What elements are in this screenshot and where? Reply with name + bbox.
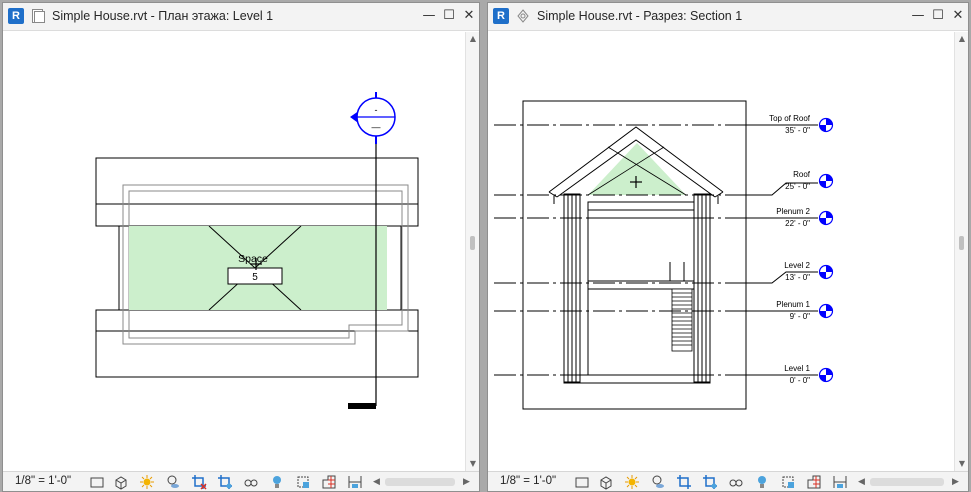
scroll-up-arrow-icon[interactable]: ▲ [466, 32, 479, 46]
vertical-scrollbar[interactable]: ▲ ▼ [465, 32, 479, 471]
view-scale[interactable]: 1/8" = 1'-0" [15, 475, 71, 487]
section-head-marker[interactable]: - — [350, 92, 396, 144]
svg-text:Plenum 1: Plenum 1 [776, 300, 810, 309]
svg-text:Top of Roof: Top of Roof [769, 114, 811, 123]
svg-text:Roof: Roof [793, 170, 811, 179]
scroll-thumb[interactable] [470, 236, 475, 250]
vertical-scrollbar[interactable]: ▲ ▼ [954, 32, 968, 471]
analytical-model-icon[interactable] [295, 474, 311, 490]
sun-path-icon[interactable] [139, 474, 155, 490]
constraints-icon[interactable] [347, 474, 363, 490]
stair-section [671, 288, 693, 352]
section-drawing: Top of Roof 35' - 0" Roof 25' - 0" Plenu… [494, 100, 834, 410]
visual-style-icon[interactable] [598, 474, 614, 490]
maximize-button[interactable]: ☐ [930, 7, 946, 25]
svg-text:22' - 0": 22' - 0" [785, 219, 810, 228]
highlight-displacement-icon[interactable] [321, 474, 337, 490]
space-name-label: Space [238, 253, 268, 265]
svg-text:9' - 0": 9' - 0" [790, 312, 811, 321]
crop-view-icon[interactable] [191, 474, 207, 490]
svg-text:Plenum 2: Plenum 2 [776, 207, 810, 216]
floor-plan-view-icon [32, 9, 45, 23]
section-view-icon [517, 9, 529, 23]
title-bar[interactable]: R Simple House.rvt - Разрез: Section 1 —… [488, 3, 968, 31]
detail-level-icon[interactable] [89, 474, 105, 490]
horizontal-scroll-thumb[interactable] [870, 478, 944, 486]
maximize-button[interactable]: ☐ [441, 7, 457, 25]
temporary-hide-icon[interactable] [243, 474, 259, 490]
analytical-model-icon[interactable] [780, 474, 796, 490]
floor-plan-canvas[interactable]: Space 5 - — [3, 32, 465, 471]
highlight-displacement-icon[interactable] [806, 474, 822, 490]
svg-text:0' - 0": 0' - 0" [790, 376, 811, 385]
reveal-hidden-icon[interactable] [269, 474, 285, 490]
svg-text:-: - [375, 105, 378, 115]
svg-text:13' - 0": 13' - 0" [785, 273, 810, 282]
section-canvas[interactable]: Top of Roof 35' - 0" Roof 25' - 0" Plenu… [488, 32, 954, 471]
constraints-icon[interactable] [832, 474, 848, 490]
scroll-left-arrow-icon[interactable]: ◀ [373, 477, 380, 487]
horizontal-scroll-thumb[interactable] [385, 478, 455, 486]
sun-path-icon[interactable] [624, 474, 640, 490]
svg-text:Level 2: Level 2 [784, 261, 810, 270]
section-window: R Simple House.rvt - Разрез: Section 1 —… [487, 2, 969, 492]
visual-style-icon[interactable] [113, 474, 129, 490]
view-scale[interactable]: 1/8" = 1'-0" [500, 475, 556, 487]
minimize-button[interactable]: — [910, 7, 926, 25]
temporary-hide-icon[interactable] [728, 474, 744, 490]
scroll-right-arrow-icon[interactable]: ▶ [952, 477, 959, 487]
revit-app-icon: R [493, 8, 509, 24]
scroll-down-arrow-icon[interactable]: ▼ [955, 457, 968, 471]
scroll-up-arrow-icon[interactable]: ▲ [955, 32, 968, 46]
scroll-right-arrow-icon[interactable]: ▶ [463, 477, 470, 487]
minimize-button[interactable]: — [421, 7, 437, 25]
svg-text:—: — [372, 122, 381, 132]
reveal-hidden-icon[interactable] [754, 474, 770, 490]
view-control-bar: 1/8" = 1'-0" ◀ ▶ [3, 471, 479, 491]
close-button[interactable]: ✕ [461, 7, 477, 25]
window-title: Simple House.rvt - Разрез: Section 1 [537, 9, 743, 23]
svg-text:25' - 0": 25' - 0" [785, 182, 810, 191]
space-number-label: 5 [252, 272, 258, 283]
show-crop-icon[interactable] [702, 474, 718, 490]
svg-text:35' - 0": 35' - 0" [785, 126, 810, 135]
scroll-left-arrow-icon[interactable]: ◀ [858, 477, 865, 487]
scroll-thumb[interactable] [959, 236, 964, 250]
floor-plan-window: R Simple House.rvt - План этажа: Level 1… [2, 2, 480, 492]
title-bar[interactable]: R Simple House.rvt - План этажа: Level 1… [3, 3, 479, 31]
show-crop-icon[interactable] [217, 474, 233, 490]
shadows-icon[interactable] [650, 474, 666, 490]
shadows-icon[interactable] [165, 474, 181, 490]
close-button[interactable]: ✕ [950, 7, 966, 25]
window-title: Simple House.rvt - План этажа: Level 1 [52, 9, 274, 23]
floor-plan-drawing: Space 5 - — [95, 92, 419, 409]
north-wall [95, 157, 419, 227]
crop-view-icon[interactable] [676, 474, 692, 490]
scroll-down-arrow-icon[interactable]: ▼ [466, 457, 479, 471]
revit-app-icon: R [8, 8, 24, 24]
detail-level-icon[interactable] [574, 474, 590, 490]
view-control-bar: 1/8" = 1'-0" ◀ ▶ [488, 471, 968, 491]
svg-text:Level 1: Level 1 [784, 364, 810, 373]
